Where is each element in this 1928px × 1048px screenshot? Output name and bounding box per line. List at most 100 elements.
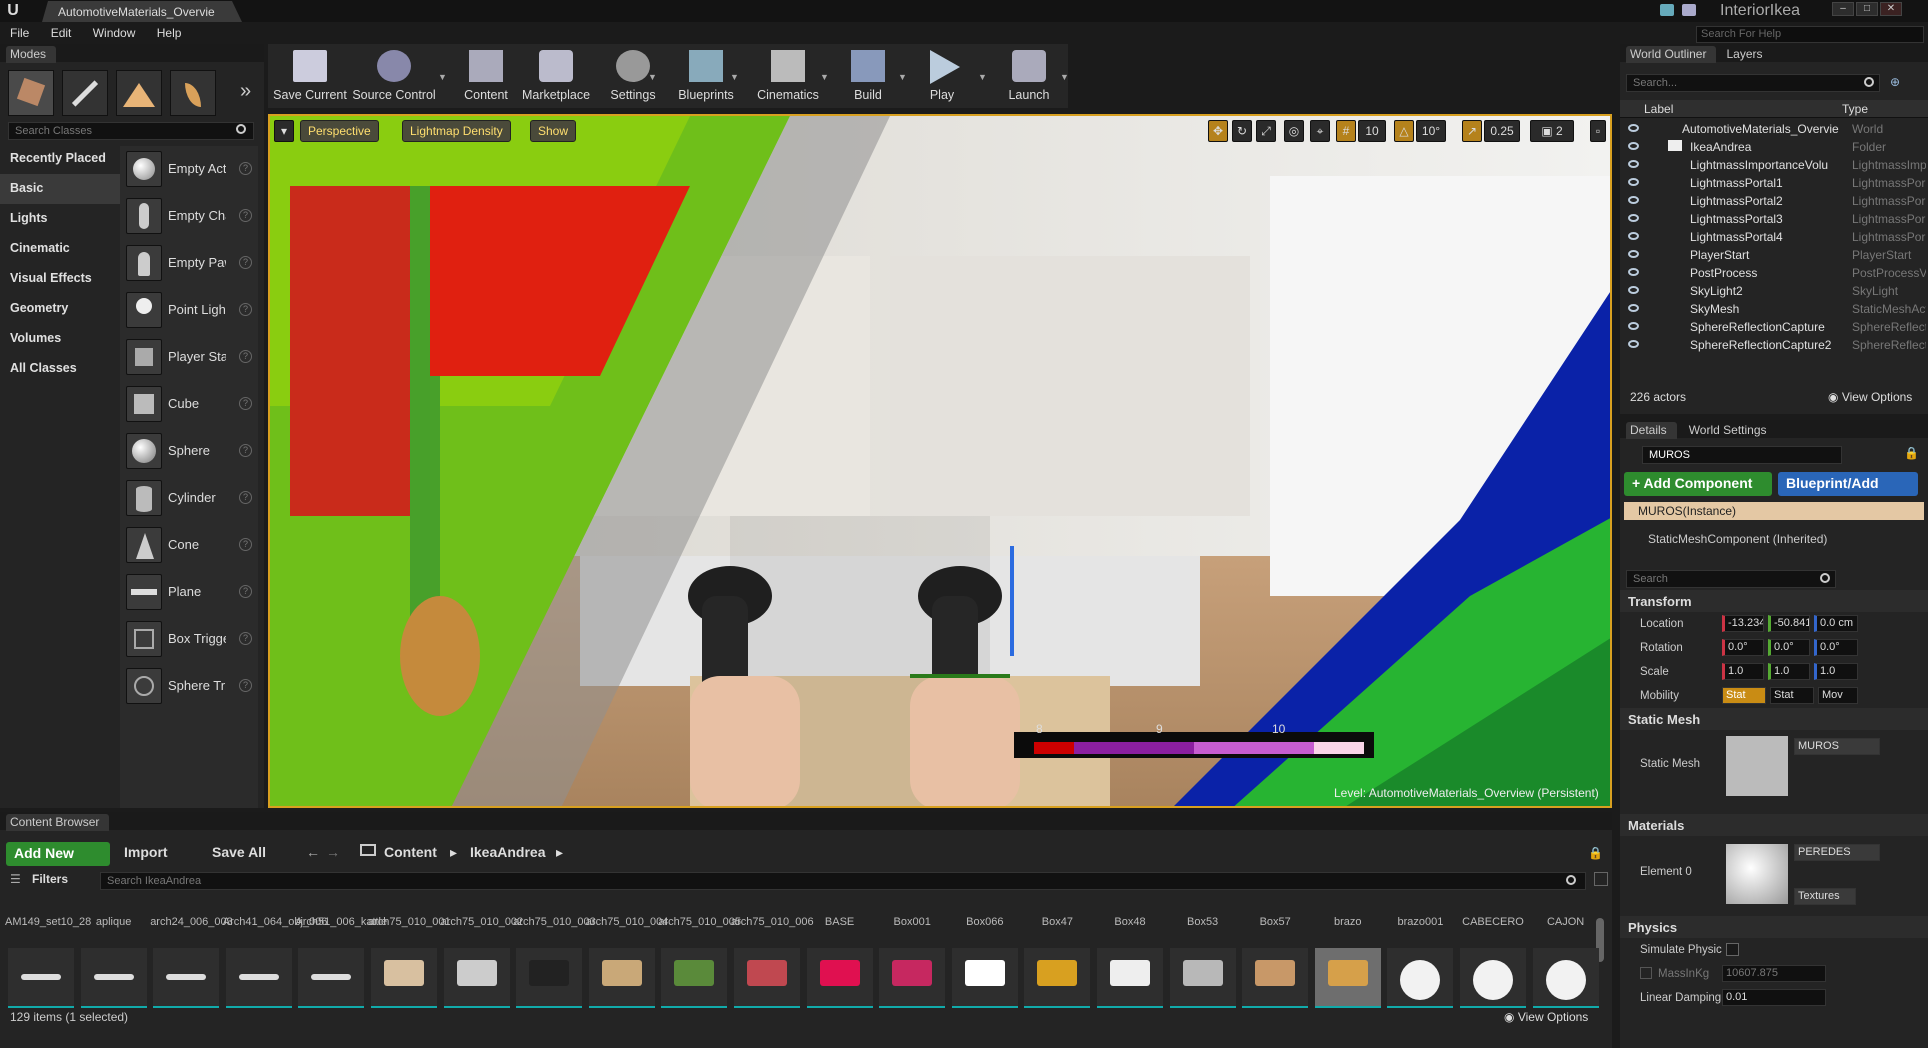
minimize-button[interactable]: –: [1832, 2, 1854, 16]
instance-row[interactable]: MUROS(Instance): [1624, 502, 1924, 520]
help-icon[interactable]: ?: [239, 491, 252, 504]
category-volumes[interactable]: Volumes: [0, 324, 120, 354]
actor-name-input[interactable]: MUROS: [1642, 446, 1842, 464]
asset-tile[interactable]: [443, 948, 510, 1008]
asset-tile[interactable]: [1532, 948, 1599, 1008]
asset-tile[interactable]: [734, 948, 800, 1008]
rotation-x[interactable]: 0.0°: [1722, 639, 1764, 656]
eye-icon[interactable]: [1628, 178, 1639, 186]
place-mode-icon[interactable]: [8, 70, 54, 116]
asset-tile[interactable]: [1460, 948, 1526, 1008]
rotation-y[interactable]: 0.0°: [1768, 639, 1810, 656]
scale-snap-icon[interactable]: ↗: [1462, 120, 1482, 142]
textures-dropdown[interactable]: Textures: [1794, 888, 1856, 905]
chevron-down-icon[interactable]: ▼: [438, 72, 448, 82]
asset-tile[interactable]: [1314, 948, 1381, 1008]
location-x[interactable]: -13.234: [1722, 615, 1764, 632]
material-dropdown[interactable]: PEREDES: [1794, 844, 1880, 861]
outliner-row[interactable]: SphereReflectionCapture2 SphereReflecti: [1620, 336, 1928, 354]
outliner-row[interactable]: SkyLight2 SkyLight: [1620, 282, 1928, 300]
chevron-down-icon[interactable]: ▼: [1060, 72, 1070, 82]
grid-snap-icon[interactable]: #: [1336, 120, 1356, 142]
class-item[interactable]: Empty Acto?: [120, 146, 258, 193]
outliner-row[interactable]: PostProcess PostProcessV: [1620, 264, 1928, 282]
category-geometry[interactable]: Geometry: [0, 294, 120, 324]
scale-x[interactable]: 1.0: [1722, 663, 1764, 680]
class-item[interactable]: Cube?: [120, 381, 258, 428]
forward-icon[interactable]: →: [326, 844, 340, 860]
outliner-row[interactable]: SkyMesh StaticMeshAct: [1620, 300, 1928, 318]
class-item[interactable]: Empty Cha?: [120, 193, 258, 240]
show-button[interactable]: Show: [530, 120, 577, 142]
perspective-button[interactable]: Perspective: [300, 120, 379, 142]
category-recently-placed[interactable]: Recently Placed: [0, 144, 120, 174]
category-cinematic[interactable]: Cinematic: [0, 234, 120, 264]
help-icon[interactable]: ?: [239, 350, 252, 363]
maximize-button[interactable]: □: [1856, 2, 1878, 16]
class-item[interactable]: Sphere?: [120, 428, 258, 475]
class-item[interactable]: Point Light?: [120, 287, 258, 334]
save-current-button[interactable]: Save Current: [268, 44, 352, 108]
build-button[interactable]: Build: [834, 44, 902, 108]
menu-window[interactable]: Window: [83, 22, 144, 40]
rotation-snap-icon[interactable]: △: [1394, 120, 1414, 142]
class-item[interactable]: Cone?: [120, 522, 258, 569]
world-space-icon[interactable]: ◎: [1284, 120, 1304, 142]
materials-section[interactable]: Materials: [1620, 814, 1928, 836]
mass-override-checkbox[interactable]: [1640, 967, 1652, 979]
scale-y[interactable]: 1.0: [1768, 663, 1810, 680]
tab-details[interactable]: Details: [1626, 422, 1677, 439]
lock-icon[interactable]: 🔒: [1904, 446, 1919, 460]
asset-tile[interactable]: [1097, 948, 1163, 1008]
outliner-row[interactable]: LightmassPortal4 LightmassPor: [1620, 228, 1928, 246]
outliner-row[interactable]: SphereReflectionCapture SphereReflecti: [1620, 318, 1928, 336]
location-z[interactable]: 0.0 cm: [1814, 615, 1858, 632]
category-all-classes[interactable]: All Classes: [0, 354, 120, 384]
outliner-view-options-button[interactable]: ◉ View Options: [1828, 390, 1912, 404]
class-item[interactable]: Plane?: [120, 569, 258, 616]
eye-icon[interactable]: [1628, 250, 1639, 258]
help-icon[interactable]: ?: [239, 632, 252, 645]
tab-content-browser[interactable]: Content Browser: [6, 814, 110, 831]
mobility-static[interactable]: Stat: [1722, 687, 1766, 704]
outliner-row[interactable]: LightmassPortal2 LightmassPor: [1620, 192, 1928, 210]
sources-toggle-icon[interactable]: ☰: [10, 872, 21, 886]
asset-tile[interactable]: [1024, 948, 1091, 1008]
asset-tile[interactable]: [153, 948, 220, 1008]
simulate-physics-checkbox[interactable]: [1726, 943, 1739, 956]
material-thumbnail[interactable]: [1726, 844, 1788, 904]
asset-tile[interactable]: [1242, 948, 1309, 1008]
import-button[interactable]: Import: [124, 844, 168, 860]
landscape-mode-icon[interactable]: [116, 70, 162, 116]
viewport-options-button[interactable]: ▾: [274, 120, 294, 142]
outliner-row[interactable]: PlayerStart PlayerStart: [1620, 246, 1928, 264]
tab-layers[interactable]: Layers: [1726, 47, 1762, 61]
asset-tile[interactable]: [225, 948, 292, 1008]
asset-tile[interactable]: [806, 948, 873, 1008]
asset-tile[interactable]: [1387, 948, 1454, 1008]
level-viewport[interactable]: 8 9 10 Level: AutomotiveMaterials_Overvi…: [268, 114, 1612, 808]
outliner-row[interactable]: LightmassImportanceVolu LightmassImp: [1620, 156, 1928, 174]
back-icon[interactable]: ←: [306, 844, 320, 860]
menu-edit[interactable]: Edit: [41, 22, 80, 40]
type-column[interactable]: Type: [1842, 102, 1868, 116]
content-button[interactable]: Content: [456, 44, 516, 108]
content-search-input[interactable]: Search IkeaAndrea: [100, 872, 1586, 890]
rotation-z[interactable]: 0.0°: [1814, 639, 1858, 656]
asset-tile[interactable]: [951, 948, 1018, 1008]
surface-snap-icon[interactable]: ⌖: [1310, 120, 1330, 142]
asset-tile[interactable]: [516, 948, 583, 1008]
scale-snap-value[interactable]: 0.25: [1484, 120, 1520, 142]
transform-section[interactable]: Transform: [1620, 590, 1928, 612]
class-item[interactable]: Sphere Tri?: [120, 663, 258, 710]
static-mesh-section[interactable]: Static Mesh: [1620, 708, 1928, 730]
physics-section[interactable]: Physics: [1620, 916, 1928, 938]
help-icon[interactable]: ?: [239, 162, 252, 175]
modes-tab[interactable]: Modes: [6, 46, 57, 63]
help-icon[interactable]: ?: [239, 679, 252, 692]
help-icon[interactable]: ?: [239, 256, 252, 269]
details-search-input[interactable]: Search: [1626, 570, 1836, 588]
cinematics-button[interactable]: Cinematics: [746, 44, 830, 108]
asset-tile[interactable]: [879, 948, 946, 1008]
help-icon[interactable]: ?: [239, 209, 252, 222]
